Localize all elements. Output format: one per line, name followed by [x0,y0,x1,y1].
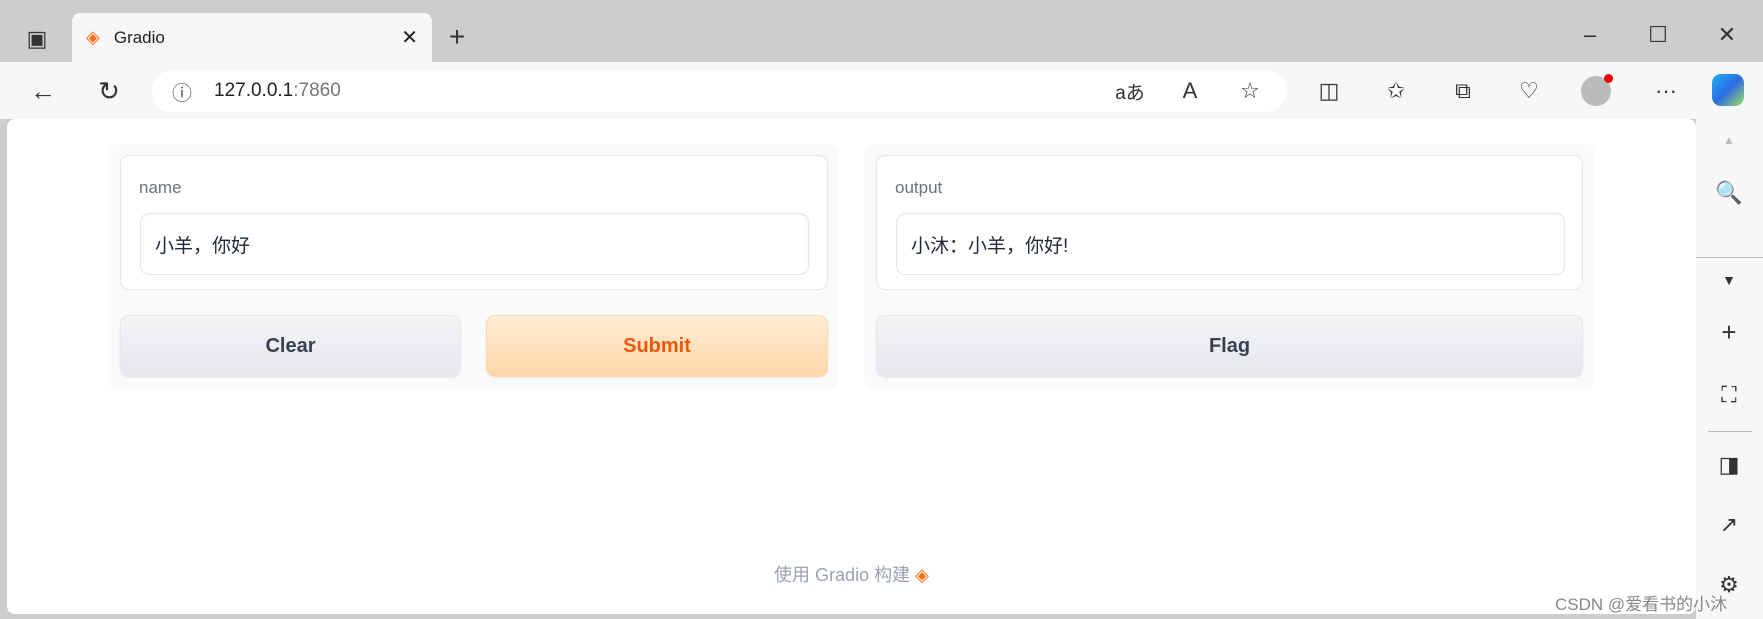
add-icon[interactable]: + [1713,317,1745,347]
dropdown-icon[interactable]: ▼ [1713,265,1745,295]
translate-icon[interactable]: aあ [1115,77,1145,105]
favorites-icon[interactable]: ✩ [1381,77,1411,105]
gradio-logo-icon: ◈ [86,27,100,47]
window-close-icon[interactable]: ✕ [1712,20,1742,50]
browser-essentials-icon[interactable]: ♡ [1514,77,1544,105]
profile-icon[interactable] [1581,74,1613,106]
minimize-icon[interactable]: – [1575,20,1605,50]
output-label: output [895,178,943,197]
clear-button[interactable]: Clear [120,315,461,377]
copilot-icon[interactable] [1712,74,1744,106]
sidebar-toggle-icon[interactable]: ◨ [1713,450,1745,480]
flag-button[interactable]: Flag [876,315,1583,377]
url-host: 127.0.0.1 [214,80,294,101]
back-icon[interactable]: ← [28,76,58,106]
output-textbox-block: output 小沐：小羊，你好! [876,155,1583,290]
maximize-icon[interactable]: ☐ [1643,20,1673,50]
split-screen-icon[interactable]: ◫ [1314,77,1344,105]
divider [1696,257,1763,258]
browser-tab[interactable]: ◈ Gradio ✕ [72,13,432,62]
open-external-icon[interactable]: ↗ [1713,510,1745,540]
url-port: :7860 [293,80,341,101]
footer: 使用 Gradio 构建 ◈ [7,561,1696,587]
tab-title: Gradio [113,27,165,47]
favorite-icon[interactable]: ☆ [1235,77,1265,105]
scroll-up-icon[interactable]: ▲ [1715,130,1743,150]
gradio-logo-icon: ◈ [915,565,929,585]
tab-actions-icon[interactable]: ▣ [22,24,52,54]
collections-icon[interactable]: ⧉ [1448,77,1478,105]
search-icon[interactable]: 🔍 [1713,178,1745,208]
output-field[interactable]: 小沐：小羊，你好! [896,213,1565,275]
more-icon[interactable]: ··· [1651,77,1681,105]
divider [1708,431,1752,432]
watermark: CSDN @爱看书的小沐 [1555,595,1728,614]
screenshot-icon[interactable]: ⛶ [1713,380,1745,410]
footer-link[interactable]: 使用 Gradio 构建 [774,565,910,585]
read-aloud-icon[interactable]: A [1175,77,1205,105]
name-label: name [139,178,182,197]
name-textbox-block: name 小羊，你好 [120,155,828,290]
close-icon[interactable]: ✕ [401,25,418,50]
submit-button[interactable]: Submit [486,315,828,377]
new-tab-icon[interactable]: + [442,21,472,52]
info-icon[interactable]: ⓘ [172,77,192,106]
name-input[interactable]: 小羊，你好 [140,213,809,275]
refresh-icon[interactable]: ↻ [94,76,124,106]
